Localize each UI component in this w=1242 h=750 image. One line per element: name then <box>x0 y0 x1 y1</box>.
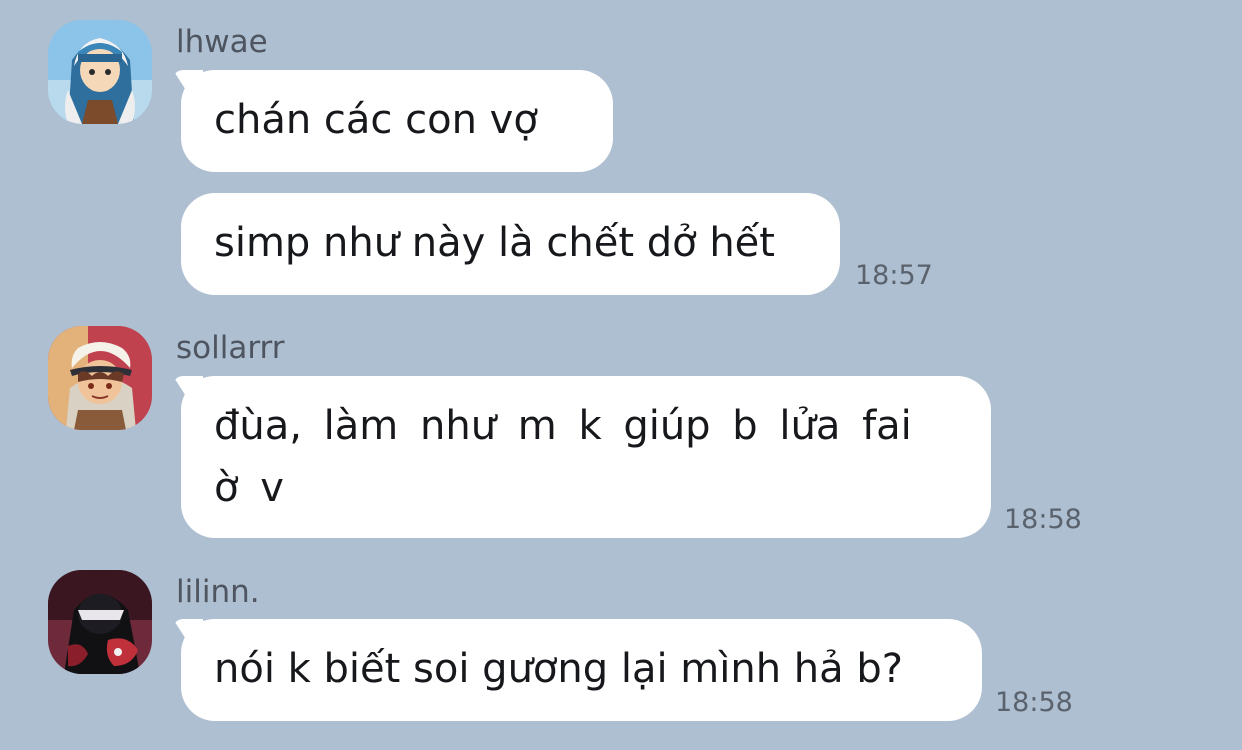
avatar-boy-blue-hood-icon <box>48 20 152 124</box>
avatar-boy-white-cap-icon <box>48 326 152 430</box>
message-bubble[interactable]: simp như này là chết dở hết <box>181 193 840 295</box>
message-text: đùa, làm như m k giúp b lửa fai ờ v <box>214 403 912 511</box>
sender-name: lhwae <box>176 24 268 60</box>
chat-message-list[interactable]: lhwae chán các con vợ simp như này là ch… <box>0 0 1242 750</box>
sender-name: sollarrr <box>176 330 285 366</box>
message-bubble[interactable]: chán các con vợ <box>181 70 613 172</box>
message-timestamp: 18:57 <box>855 260 933 291</box>
sender-name: lilinn. <box>176 574 260 610</box>
sender-avatar[interactable] <box>48 20 152 124</box>
message-text: simp như này là chết dở hết <box>214 220 775 266</box>
sender-avatar[interactable] <box>48 326 152 430</box>
message-text: chán các con vợ <box>214 97 538 143</box>
message-timestamp: 18:58 <box>1004 504 1082 535</box>
avatar-dark-figure-red-icon <box>48 570 152 674</box>
message-text: nói k biết soi gương lại mình hả b? <box>214 646 904 692</box>
message-bubble[interactable]: đùa, làm như m k giúp b lửa fai ờ v <box>181 376 991 538</box>
message-timestamp: 18:58 <box>995 687 1073 718</box>
sender-avatar[interactable] <box>48 570 152 674</box>
message-bubble[interactable]: nói k biết soi gương lại mình hả b? <box>181 619 982 721</box>
